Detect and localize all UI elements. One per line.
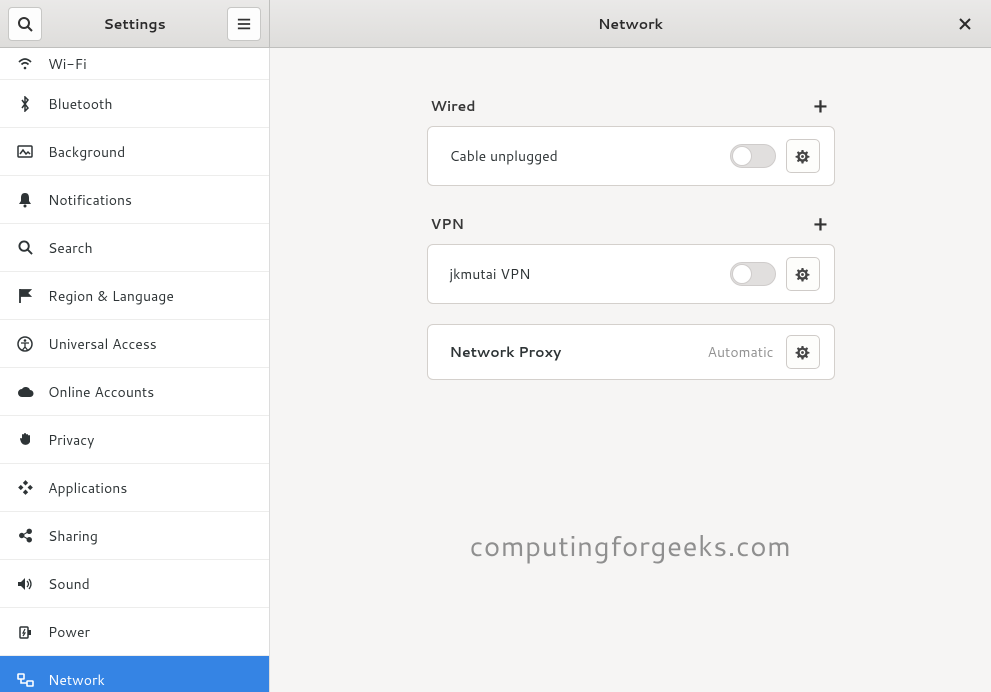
sidebar-item-label: Power — [48, 622, 90, 642]
wired-status: Cable unplugged — [450, 146, 720, 166]
page-title: Network — [270, 14, 991, 34]
sidebar-item-applications[interactable]: Applications — [0, 464, 269, 512]
vpn-title: VPN — [431, 214, 464, 234]
gear-icon — [795, 345, 810, 360]
watermark: computingforgeeks.com — [270, 526, 991, 566]
sidebar-item-search[interactable]: Search — [0, 224, 269, 272]
close-icon — [959, 18, 971, 30]
wired-toggle[interactable] — [730, 144, 776, 168]
sound-icon — [16, 575, 34, 593]
wired-row: Cable unplugged — [428, 127, 834, 185]
sidebar-item-power[interactable]: Power — [0, 608, 269, 656]
sidebar-item-label: Background — [48, 142, 125, 162]
vpn-section: VPN + jkmutai VPN — [427, 206, 835, 304]
cloud-icon — [16, 383, 34, 401]
wired-title: Wired — [431, 96, 476, 116]
sidebar-item-background[interactable]: Background — [0, 128, 269, 176]
sidebar-item-notifications[interactable]: Notifications — [0, 176, 269, 224]
titlebar: Settings Network — [0, 0, 991, 48]
sidebar-item-label: Network — [48, 670, 105, 690]
sidebar-item-online-accounts[interactable]: Online Accounts — [0, 368, 269, 416]
sidebar-item-privacy[interactable]: Privacy — [0, 416, 269, 464]
sidebar-item-label: Applications — [48, 478, 127, 498]
sidebar-item-region[interactable]: Region & Language — [0, 272, 269, 320]
network-icon — [16, 671, 34, 689]
background-icon — [16, 143, 34, 161]
sidebar-item-label: Wi-Fi — [48, 54, 87, 74]
menu-button[interactable] — [227, 7, 261, 41]
plus-icon: + — [814, 92, 828, 120]
power-icon — [16, 623, 34, 641]
wired-section: Wired + Cable unplugged — [427, 88, 835, 186]
settings-title: Settings — [42, 14, 227, 34]
proxy-section: Network Proxy Automatic — [427, 324, 835, 380]
search-icon — [16, 239, 34, 257]
sidebar-item-wifi[interactable]: Wi-Fi — [0, 48, 269, 80]
wifi-icon — [16, 55, 34, 73]
sidebar-item-label: Sharing — [48, 526, 98, 546]
close-button[interactable] — [953, 12, 977, 36]
share-icon — [16, 527, 34, 545]
proxy-title: Network Proxy — [450, 342, 698, 362]
hamburger-icon — [237, 17, 251, 31]
vpn-name: jkmutai VPN — [450, 264, 720, 284]
sidebar-item-label: Notifications — [48, 190, 132, 210]
titlebar-left: Settings — [0, 0, 270, 47]
sidebar-item-universal-access[interactable]: Universal Access — [0, 320, 269, 368]
gear-icon — [795, 267, 810, 282]
sidebar-item-label: Sound — [48, 574, 90, 594]
accessibility-icon — [16, 335, 34, 353]
flag-icon — [16, 287, 34, 305]
search-icon — [17, 16, 33, 32]
vpn-toggle[interactable] — [730, 262, 776, 286]
vpn-row: jkmutai VPN — [428, 245, 834, 303]
wired-settings-button[interactable] — [786, 139, 820, 173]
sidebar: Wi-Fi Bluetooth Background Notifications — [0, 48, 270, 692]
sidebar-item-sound[interactable]: Sound — [0, 560, 269, 608]
bell-icon — [16, 191, 34, 209]
content-area: Wired + Cable unplugged — [270, 48, 991, 692]
sidebar-item-label: Online Accounts — [48, 382, 154, 402]
vpn-settings-button[interactable] — [786, 257, 820, 291]
sidebar-item-label: Privacy — [48, 430, 94, 450]
sidebar-item-sharing[interactable]: Sharing — [0, 512, 269, 560]
sidebar-item-network[interactable]: Network — [0, 656, 269, 692]
plus-icon: + — [814, 210, 828, 238]
hand-icon — [16, 431, 34, 449]
add-vpn-button[interactable]: + — [811, 214, 831, 234]
proxy-mode: Automatic — [708, 342, 774, 362]
sidebar-item-label: Universal Access — [48, 334, 157, 354]
sidebar-item-label: Bluetooth — [48, 94, 112, 114]
search-button[interactable] — [8, 7, 42, 41]
apps-icon — [16, 479, 34, 497]
proxy-settings-button[interactable] — [786, 335, 820, 369]
add-wired-button[interactable]: + — [811, 96, 831, 116]
sidebar-item-bluetooth[interactable]: Bluetooth — [0, 80, 269, 128]
gear-icon — [795, 149, 810, 164]
sidebar-item-label: Region & Language — [48, 286, 174, 306]
sidebar-item-label: Search — [48, 238, 93, 258]
proxy-row[interactable]: Network Proxy Automatic — [428, 325, 834, 379]
titlebar-right: Network — [270, 0, 991, 47]
bluetooth-icon — [16, 95, 34, 113]
